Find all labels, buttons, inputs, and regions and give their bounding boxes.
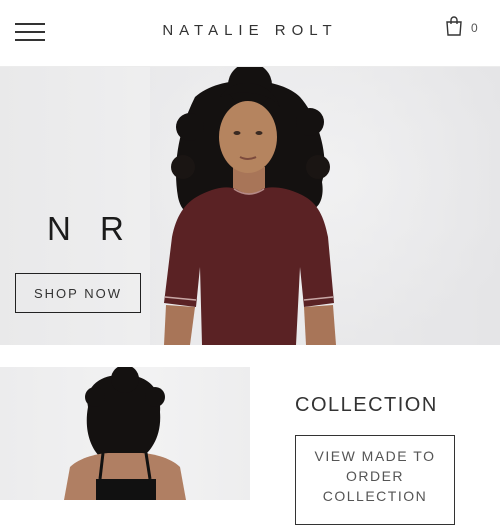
cart-button[interactable]: 0 [445,16,485,38]
hero-banner: N R SHOP NOW [0,67,500,345]
site-header: NATALIE ROLT 0 [0,0,500,67]
collection-model-image [64,367,186,500]
shopping-bag-icon [446,16,462,36]
cart-count: 0 [471,21,478,35]
collection-title: COLLECTION [295,394,438,416]
shop-now-button[interactable]: SHOP NOW [15,273,141,313]
brand-logo[interactable]: NATALIE ROLT [0,22,500,39]
hero-monogram: N R [47,210,134,247]
collection-image[interactable] [0,367,250,500]
view-made-to-order-button[interactable]: VIEW MADE TO ORDER COLLECTION [295,435,455,525]
